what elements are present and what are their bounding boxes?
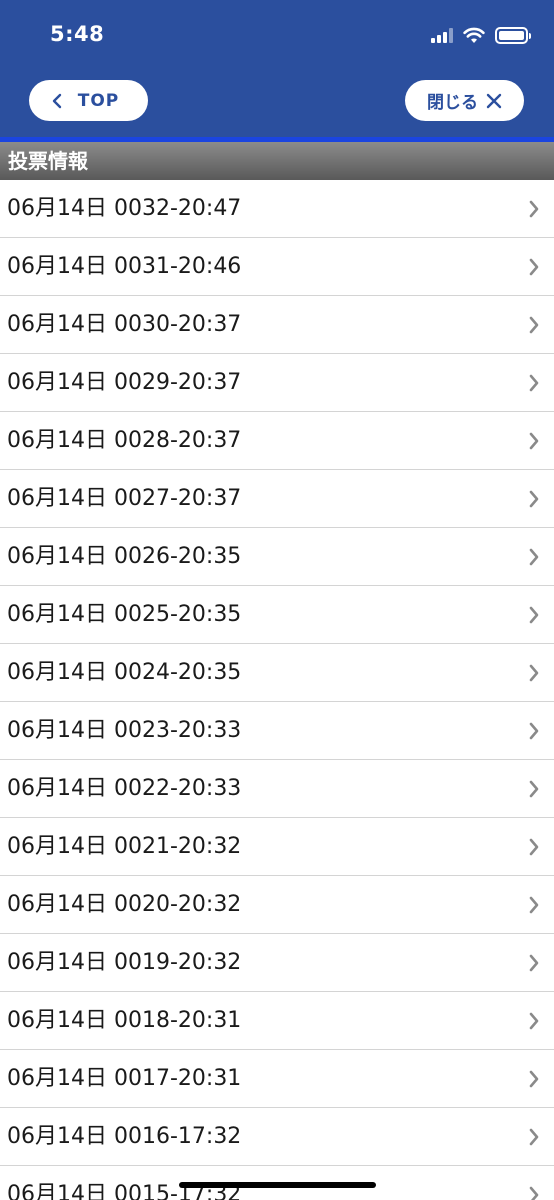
- list-item[interactable]: 06月14日 0019-20:32: [0, 934, 554, 992]
- list-item[interactable]: 06月14日 0021-20:32: [0, 818, 554, 876]
- list-item-label: 06月14日 0024-20:35: [7, 660, 242, 685]
- list-item-label: 06月14日 0018-20:31: [7, 1008, 242, 1033]
- battery-icon: [495, 26, 531, 44]
- list-item-label: 06月14日 0021-20:32: [7, 834, 242, 859]
- list-item-label: 06月14日 0031-20:46: [7, 254, 242, 279]
- list-item[interactable]: 06月14日 0016-17:32: [0, 1108, 554, 1166]
- chevron-right-icon: [529, 1012, 539, 1030]
- list-item[interactable]: 06月14日 0028-20:37: [0, 412, 554, 470]
- list-item[interactable]: 06月14日 0022-20:33: [0, 760, 554, 818]
- chevron-right-icon: [529, 838, 539, 856]
- list-item-label: 06月14日 0023-20:33: [7, 718, 242, 743]
- chevron-right-icon: [529, 490, 539, 508]
- vote-info-list: 06月14日 0032-20:47 06月14日 0031-20:46 06月14日…: [0, 180, 554, 1200]
- list-item[interactable]: 06月14日 0029-20:37: [0, 354, 554, 412]
- cellular-signal-icon: [431, 27, 453, 43]
- list-item-label: 06月14日 0029-20:37: [7, 370, 242, 395]
- chevron-right-icon: [529, 954, 539, 972]
- list-item[interactable]: 06月14日 0020-20:32: [0, 876, 554, 934]
- close-button-label: 閉じる: [427, 93, 478, 113]
- list-item[interactable]: 06月14日 0017-20:31: [0, 1050, 554, 1108]
- status-icons: [431, 25, 531, 45]
- top-button[interactable]: TOP: [29, 80, 148, 121]
- wifi-icon: [463, 27, 485, 43]
- top-button-label: TOP: [77, 90, 120, 111]
- list-item[interactable]: 06月14日 0018-20:31: [0, 992, 554, 1050]
- chevron-right-icon: [529, 664, 539, 682]
- chevron-right-icon: [529, 316, 539, 334]
- chevron-right-icon: [529, 1186, 539, 1200]
- chevron-right-icon: [529, 606, 539, 624]
- chevron-right-icon: [529, 1128, 539, 1146]
- list-item[interactable]: 06月14日 0026-20:35: [0, 528, 554, 586]
- list-item-label: 06月14日 0025-20:35: [7, 602, 242, 627]
- list-item[interactable]: 06月14日 0023-20:33: [0, 702, 554, 760]
- status-time: 5:48: [50, 22, 105, 46]
- close-button[interactable]: 閉じる: [405, 80, 524, 121]
- list-item-label: 06月14日 0032-20:47: [7, 196, 242, 221]
- list-item-label: 06月14日 0022-20:33: [7, 776, 242, 801]
- list-item-label: 06月14日 0017-20:31: [7, 1066, 242, 1091]
- list-item[interactable]: 06月14日 0025-20:35: [0, 586, 554, 644]
- list-item-label: 06月14日 0028-20:37: [7, 428, 242, 453]
- list-item[interactable]: 06月14日 0024-20:35: [0, 644, 554, 702]
- chevron-right-icon: [529, 200, 539, 218]
- section-header: 投票情報: [0, 142, 554, 180]
- close-icon: [486, 93, 502, 108]
- list-item-label: 06月14日 0016-17:32: [7, 1124, 242, 1149]
- chevron-right-icon: [529, 722, 539, 740]
- list-item-label: 06月14日 0019-20:32: [7, 950, 242, 975]
- list-item[interactable]: 06月14日 0027-20:37: [0, 470, 554, 528]
- list-item[interactable]: 06月14日 0031-20:46: [0, 238, 554, 296]
- list-item-label: 06月14日 0020-20:32: [7, 892, 242, 917]
- chevron-right-icon: [529, 780, 539, 798]
- list-item[interactable]: 06月14日 0030-20:37: [0, 296, 554, 354]
- chevron-right-icon: [529, 258, 539, 276]
- chevron-right-icon: [529, 548, 539, 566]
- app-header: 5:48 TOP 閉じる: [0, 0, 554, 138]
- list-item-label: 06月14日 0030-20:37: [7, 312, 242, 337]
- chevron-right-icon: [529, 896, 539, 914]
- list-item-label: 06月14日 0027-20:37: [7, 486, 242, 511]
- chevron-left-icon: [52, 93, 61, 108]
- home-indicator[interactable]: [179, 1182, 376, 1188]
- list-item[interactable]: 06月14日 0032-20:47: [0, 180, 554, 238]
- list-item-label: 06月14日 0026-20:35: [7, 544, 242, 569]
- chevron-right-icon: [529, 374, 539, 392]
- screen: 5:48 TOP 閉じる 投票情報 06月14日 0032-20:47 06月1…: [0, 0, 554, 1200]
- chevron-right-icon: [529, 432, 539, 450]
- chevron-right-icon: [529, 1070, 539, 1088]
